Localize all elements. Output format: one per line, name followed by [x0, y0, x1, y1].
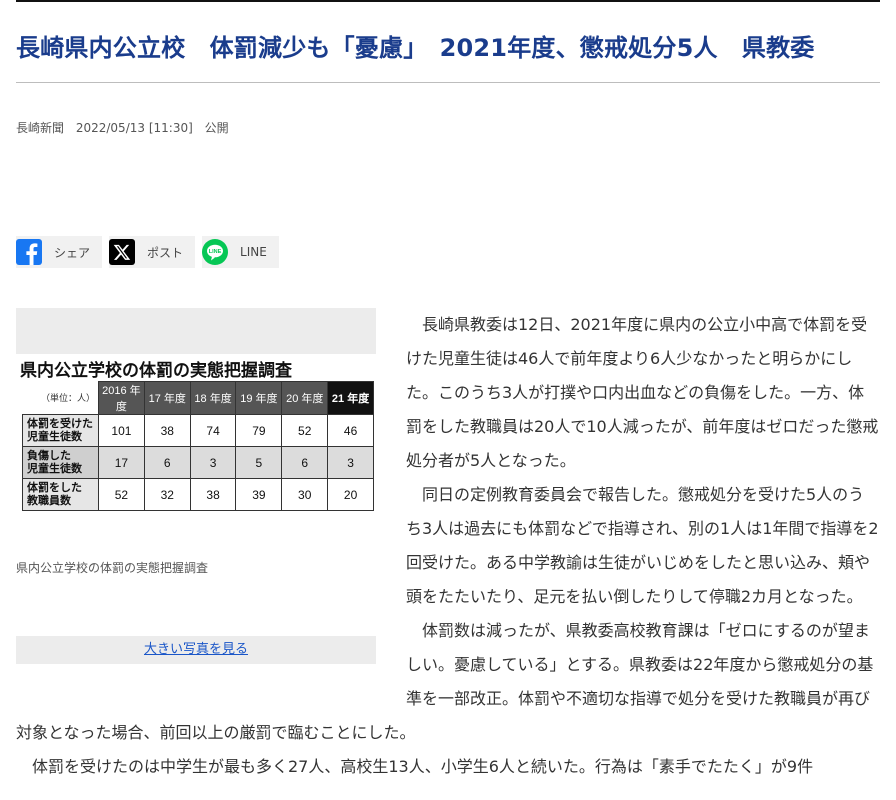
x-share-button[interactable]: ポスト: [109, 236, 196, 268]
facebook-icon: [16, 239, 42, 265]
x-icon: [109, 239, 136, 265]
top-rule: [16, 0, 880, 2]
article-title: 長崎県内公立校 体罰減少も「憂慮」 2021年度、懲戒処分5人 県教委: [16, 34, 815, 62]
line-share-button[interactable]: LINE LINE: [202, 236, 279, 268]
share-buttons: シェア ポスト LINE LINE: [16, 236, 279, 268]
facebook-share-label: シェア: [54, 245, 91, 260]
body-paragraph: 体罰を受けたのは中学生が最も多く27人、高校生13人、小学生6人と続いた。行為は…: [32, 757, 814, 776]
article-source: 長崎新聞: [16, 121, 65, 135]
article-datetime: 2022/05/13 [11:30]: [75, 121, 193, 135]
x-share-label: ポスト: [147, 245, 184, 260]
facebook-share-button[interactable]: シェア: [16, 236, 103, 268]
line-share-label: LINE: [240, 245, 267, 259]
figure-float-spacer: [16, 308, 406, 700]
article-status: 公開: [204, 121, 229, 135]
article-body: 長崎県教委は12日、2021年度に県内の公立小中高で体罰を受けた児童生徒は46人…: [16, 308, 880, 784]
article-meta: 長崎新聞 2022/05/13 [11:30] 公開: [16, 119, 237, 136]
title-divider: [16, 82, 880, 83]
line-icon: LINE: [202, 239, 229, 265]
svg-text:LINE: LINE: [209, 249, 222, 255]
